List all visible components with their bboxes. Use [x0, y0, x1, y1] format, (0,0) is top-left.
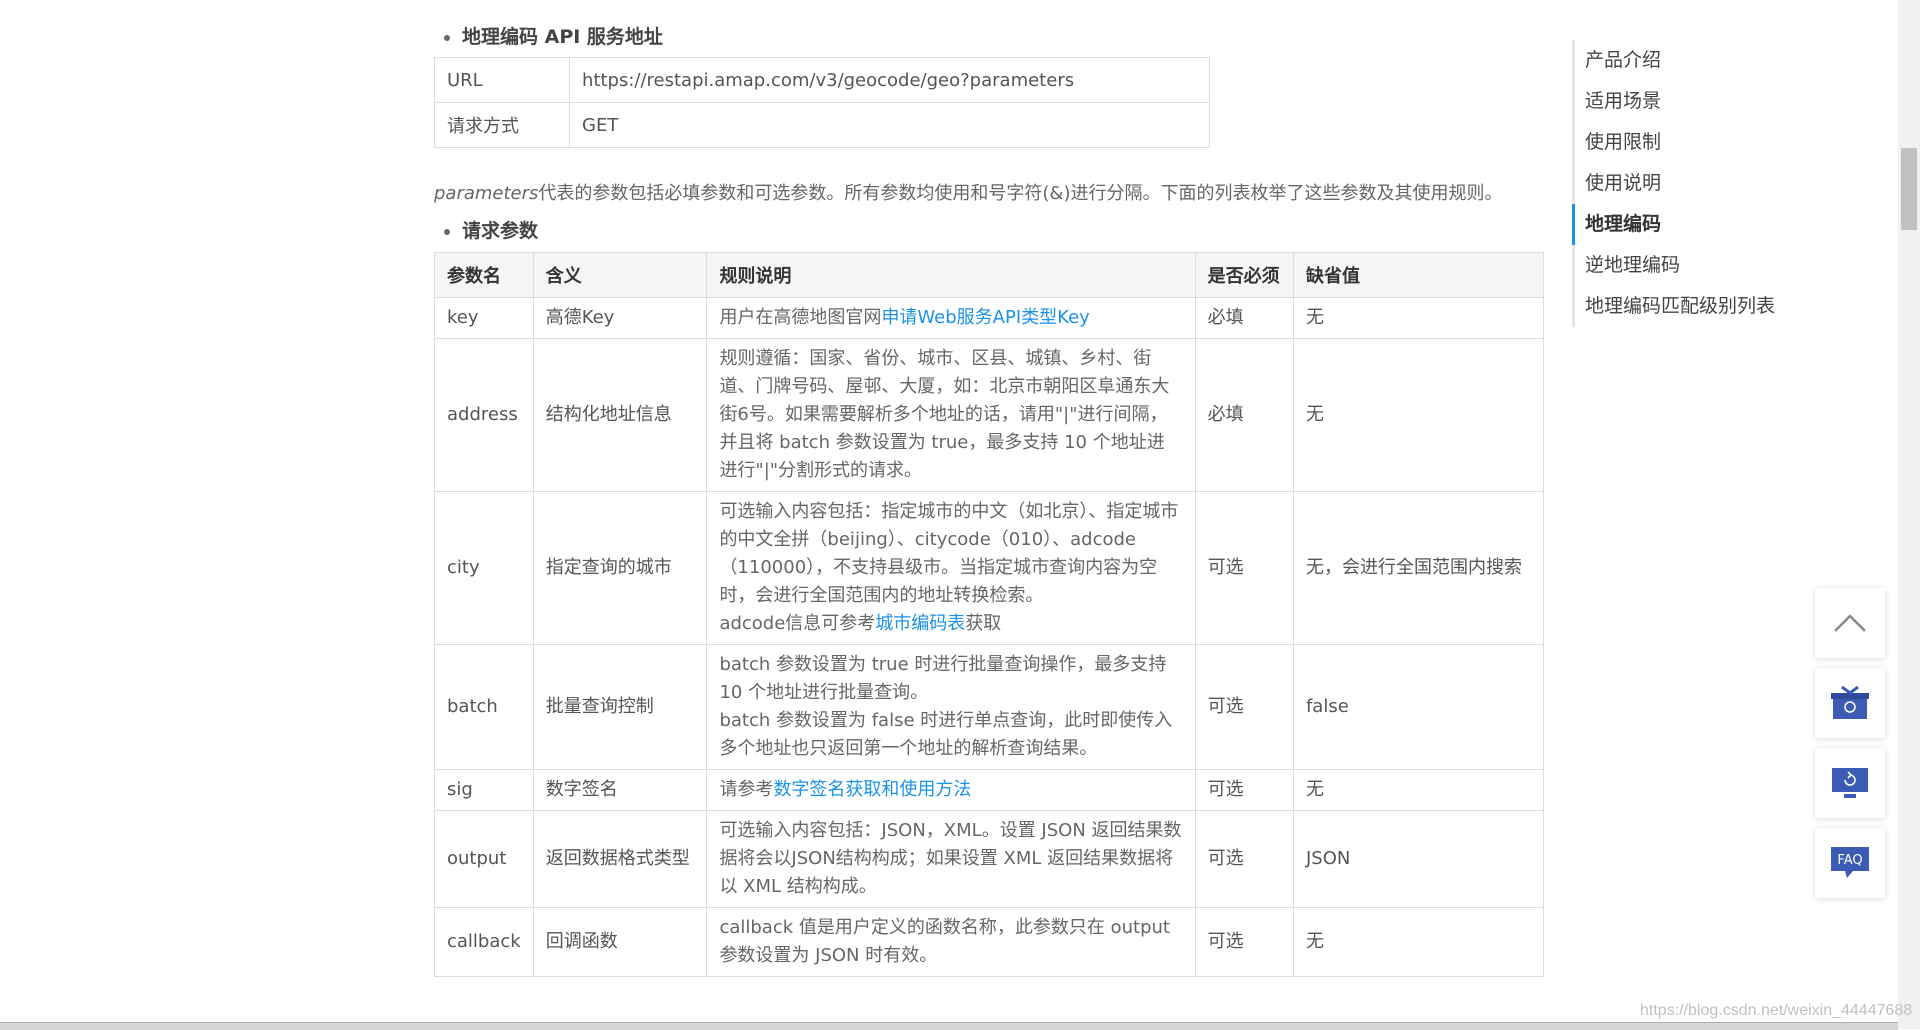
table-row: key 高德Key 用户在高德地图官网申请Web服务API类型Key 必填 无	[434, 297, 1545, 339]
toc-item-limits[interactable]: 使用限制	[1572, 122, 1775, 163]
scrollbar-thumb[interactable]	[1901, 148, 1917, 230]
main-content: 地理编码 API 服务地址 URL https://restapi.amap.c…	[434, 22, 1545, 977]
city-code-table-link[interactable]: 城市编码表	[875, 613, 965, 634]
request-params-table: 参数名 含义 规则说明 是否必须 缺省值 key 高德Key 用户在高德地图官网…	[434, 252, 1545, 977]
rule-text: 可选输入内容包括：指定城市的中文（如北京）、指定城市的中文全拼（beijing）…	[719, 501, 1179, 606]
table-row: 请求方式 GET	[434, 102, 1210, 148]
param-meaning: 返回数据格式类型	[532, 810, 708, 908]
header-param-name: 参数名	[434, 252, 534, 298]
rule-text: batch 参数设置为 true 时进行批量查询操作，最多支持 10 个地址进行…	[719, 654, 1167, 703]
param-rule: callback 值是用户定义的函数名称，此参数只在 output 参数设置为 …	[706, 907, 1196, 977]
param-rule: 可选输入内容包括：JSON，XML。设置 JSON 返回结果数据将会以JSON结…	[706, 810, 1196, 908]
param-rule: 可选输入内容包括：指定城市的中文（如北京）、指定城市的中文全拼（beijing）…	[706, 491, 1196, 645]
param-name: sig	[434, 769, 534, 811]
header-rule: 规则说明	[706, 252, 1196, 298]
param-meaning: 结构化地址信息	[532, 338, 708, 492]
table-row: callback 回调函数 callback 值是用户定义的函数名称，此参数只在…	[434, 907, 1545, 977]
param-default: JSON	[1292, 810, 1545, 908]
toc-item-usage[interactable]: 使用说明	[1572, 163, 1775, 204]
back-to-top-button[interactable]	[1815, 588, 1885, 658]
feedback-button[interactable]	[1815, 748, 1885, 818]
table-row: sig 数字签名 请参考数字签名获取和使用方法 可选 无	[434, 769, 1545, 811]
param-default: 无	[1292, 907, 1545, 977]
parameters-description: parameters代表的参数包括必填参数和可选参数。所有参数均使用和号字符(&…	[434, 182, 1544, 206]
param-required: 必填	[1194, 338, 1294, 492]
service-url-table: URL https://restapi.amap.com/v3/geocode/…	[434, 57, 1210, 148]
table-header-row: 参数名 含义 规则说明 是否必须 缺省值	[434, 252, 1545, 298]
toc-item-product-intro[interactable]: 产品介绍	[1572, 40, 1775, 81]
param-required: 可选	[1194, 644, 1294, 770]
table-row: output 返回数据格式类型 可选输入内容包括：JSON，XML。设置 JSO…	[434, 810, 1545, 908]
param-required: 可选	[1194, 810, 1294, 908]
table-of-contents: 产品介绍 适用场景 使用限制 使用说明 地理编码 逆地理编码 地理编码匹配级别列…	[1572, 40, 1775, 327]
parameters-word: parameters	[434, 183, 539, 204]
parameters-description-text: 代表的参数包括必填参数和可选参数。所有参数均使用和号字符(&)进行分隔。下面的列…	[538, 183, 1503, 204]
signature-method-link[interactable]: 数字签名获取和使用方法	[773, 779, 971, 800]
param-rule: batch 参数设置为 true 时进行批量查询操作，最多支持 10 个地址进行…	[706, 644, 1196, 770]
param-default: false	[1292, 644, 1545, 770]
table-row: URL https://restapi.amap.com/v3/geocode/…	[434, 57, 1210, 103]
rule-text: 获取	[965, 613, 1002, 634]
table-row: city 指定查询的城市 可选输入内容包括：指定城市的中文（如北京）、指定城市的…	[434, 491, 1545, 645]
method-key-cell: 请求方式	[434, 102, 570, 148]
param-default: 无	[1292, 297, 1545, 339]
url-value-cell: https://restapi.amap.com/v3/geocode/geo?…	[569, 57, 1210, 103]
faq-icon: FAQ	[1831, 847, 1869, 878]
toc-item-scenarios[interactable]: 适用场景	[1572, 81, 1775, 122]
faq-label: FAQ	[1837, 853, 1862, 868]
rule-text: 用户在高德地图官网	[719, 307, 882, 328]
param-required: 可选	[1194, 491, 1294, 645]
chevron-up-icon	[1834, 614, 1866, 632]
method-value-cell: GET	[569, 102, 1210, 148]
param-meaning: 回调函数	[532, 907, 708, 977]
param-meaning: 高德Key	[532, 297, 708, 339]
param-name: callback	[434, 907, 534, 977]
param-required: 必填	[1194, 297, 1294, 339]
param-default: 无，会进行全国范围内搜索	[1292, 491, 1545, 645]
table-row: batch 批量查询控制 batch 参数设置为 true 时进行批量查询操作，…	[434, 644, 1545, 770]
faq-button[interactable]: FAQ	[1815, 828, 1885, 898]
param-meaning: 数字签名	[532, 769, 708, 811]
param-default: 无	[1292, 769, 1545, 811]
param-rule: 用户在高德地图官网申请Web服务API类型Key	[706, 297, 1196, 339]
table-row: address 结构化地址信息 规则遵循：国家、省份、城市、区县、城镇、乡村、街…	[434, 338, 1545, 492]
section-title-service-url: 地理编码 API 服务地址	[434, 22, 1544, 52]
section-title-request-params: 请求参数	[434, 216, 1544, 246]
rule-text: batch 参数设置为 false 时进行单点查询，此时即使传入多个地址也只返回…	[719, 710, 1173, 759]
rule-text: 请参考	[719, 779, 774, 800]
param-meaning: 指定查询的城市	[532, 491, 708, 645]
monitor-icon	[1832, 768, 1868, 798]
gift-icon	[1831, 685, 1869, 719]
vertical-scrollbar[interactable]	[1898, 0, 1920, 1029]
header-default: 缺省值	[1292, 252, 1545, 298]
param-rule: 请参考数字签名获取和使用方法	[706, 769, 1196, 811]
header-required: 是否必须	[1194, 252, 1294, 298]
param-name: key	[434, 297, 534, 339]
apply-key-link[interactable]: 申请Web服务API类型Key	[881, 307, 1089, 328]
param-required: 可选	[1194, 769, 1294, 811]
rule-text: adcode信息可参考	[719, 613, 876, 634]
param-default: 无	[1292, 338, 1545, 492]
gift-button[interactable]	[1815, 668, 1885, 738]
param-rule: 规则遵循：国家、省份、城市、区县、城镇、乡村、街道、门牌号码、屋邨、大厦，如：北…	[706, 338, 1196, 492]
watermark-text: https://blog.csdn.net/weixin_44447688	[1640, 1002, 1913, 1019]
param-name: city	[434, 491, 534, 645]
toc-item-reverse-geocoding[interactable]: 逆地理编码	[1572, 245, 1775, 286]
param-name: batch	[434, 644, 534, 770]
param-required: 可选	[1194, 907, 1294, 977]
param-name: address	[434, 338, 534, 492]
url-key-cell: URL	[434, 57, 570, 103]
toc-item-match-level-list[interactable]: 地理编码匹配级别列表	[1572, 286, 1775, 327]
header-meaning: 含义	[532, 252, 708, 298]
param-meaning: 批量查询控制	[532, 644, 708, 770]
toc-item-geocoding[interactable]: 地理编码	[1572, 204, 1775, 245]
param-name: output	[434, 810, 534, 908]
